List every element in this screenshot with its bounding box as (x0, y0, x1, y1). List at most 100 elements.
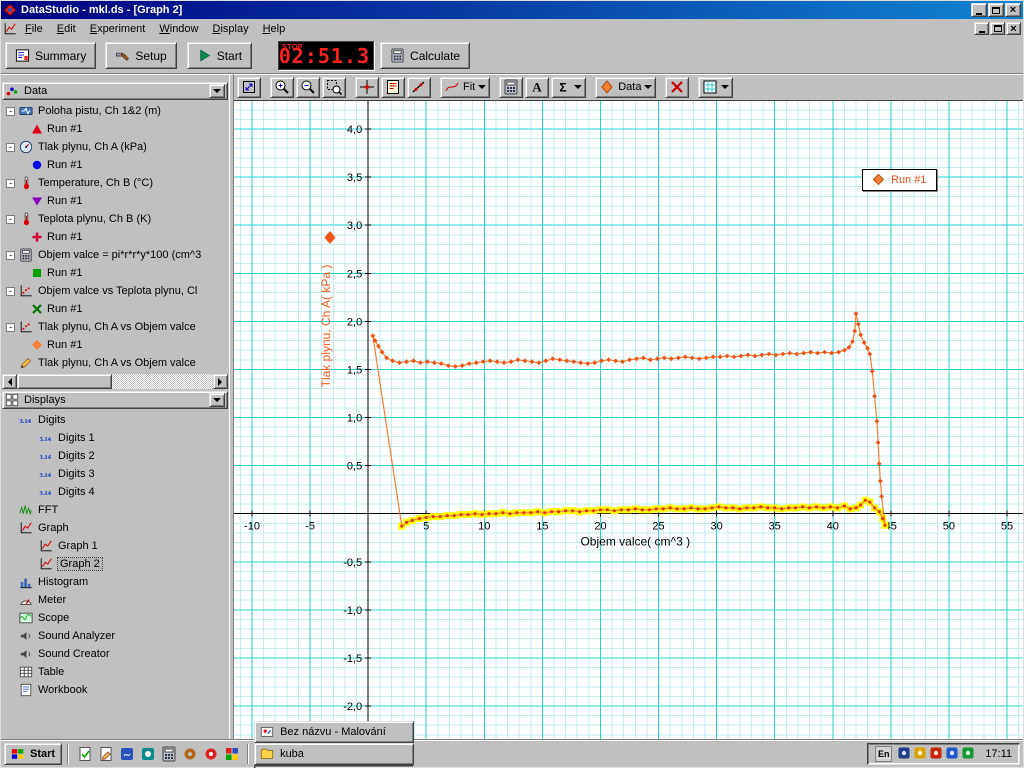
start-button[interactable]: Start (187, 42, 252, 69)
scroll-right-button[interactable] (213, 374, 228, 389)
scrollbar-thumb[interactable] (17, 374, 112, 389)
note-tool-button[interactable] (381, 77, 405, 98)
display-item-workbook[interactable]: Workbook (1, 681, 229, 699)
graph-window-icon[interactable] (3, 22, 17, 36)
clock[interactable]: 17:11 (980, 748, 1012, 760)
graph-settings-menu-button[interactable] (698, 77, 733, 98)
menu-file[interactable]: File (18, 21, 50, 37)
display-item-histogram[interactable]: Histogram (1, 573, 229, 591)
scroll-left-button[interactable] (2, 374, 17, 389)
display-item-digits-2[interactable]: 3.14Digits 2 (1, 447, 229, 465)
position-sensor-icon (19, 104, 34, 119)
menu-help[interactable]: Help (256, 21, 293, 37)
summary-button[interactable]: Summary (5, 42, 96, 69)
menu-display[interactable]: Display (206, 21, 256, 37)
data-source-tlak-plynu-ch-a-kpa[interactable]: -Tlak plynu, Ch A (kPa) (1, 138, 229, 156)
display-item-graph-2[interactable]: Graph 2 (1, 555, 229, 573)
collapse-icon[interactable]: - (6, 107, 15, 116)
fft-icon (19, 503, 34, 518)
menu-edit[interactable]: Edit (50, 21, 83, 37)
tray-icon-1[interactable] (896, 745, 912, 761)
setup-button[interactable]: Setup (105, 42, 176, 69)
display-item-digits[interactable]: 3.14Digits (1, 411, 229, 429)
text-tool-button[interactable]: A (525, 77, 549, 98)
data-source-tlak-plynu-ch-a-vs-objem-valce[interactable]: -Tlak plynu, Ch A vs Objem valce (1, 318, 229, 336)
title-bar[interactable]: DataStudio - mkl.ds - [Graph 2] × (1, 1, 1023, 19)
minimize-button[interactable] (971, 3, 987, 17)
quick-launch-6-icon[interactable] (179, 743, 200, 764)
data-source-temperature-ch-b-c[interactable]: -Temperature, Ch B (°C) (1, 174, 229, 192)
graph-plot-area[interactable]: -10-55101520253035404550554,03,53,02,52,… (234, 101, 1023, 742)
display-item-meter[interactable]: Meter (1, 591, 229, 609)
menu-experiment[interactable]: Experiment (83, 21, 153, 37)
data-run[interactable]: Run #1 (1, 192, 229, 210)
display-item-scope[interactable]: Scope (1, 609, 229, 627)
quick-launch-1-icon[interactable] (74, 743, 95, 764)
collapse-icon[interactable]: - (6, 323, 15, 332)
displays-panel-menu-button[interactable] (209, 393, 225, 407)
graph-legend[interactable]: Run #1 (862, 169, 937, 191)
display-item-graph[interactable]: Graph (1, 519, 229, 537)
data-run[interactable]: Run #1 (1, 156, 229, 174)
maximize-button[interactable] (988, 3, 1004, 17)
displays-panel-header[interactable]: Displays (2, 391, 228, 409)
display-item-sound-creator[interactable]: Sound Creator (1, 645, 229, 663)
data-run[interactable]: Run #1 (1, 300, 229, 318)
display-item-graph-1[interactable]: Graph 1 (1, 537, 229, 555)
display-item-digits-1[interactable]: 3.14Digits 1 (1, 429, 229, 447)
data-menu-button[interactable]: Data (595, 77, 656, 98)
calculate-button[interactable]: Calculate (380, 42, 470, 69)
quick-launch-2-icon[interactable] (95, 743, 116, 764)
data-source-teplota-plynu-ch-b-k[interactable]: -Teplota plynu, Ch B (K) (1, 210, 229, 228)
child-restore-button[interactable] (990, 22, 1005, 35)
data-run[interactable]: Run #1 (1, 228, 229, 246)
tray-icon-3[interactable] (928, 745, 944, 761)
quick-launch-8-icon[interactable] (221, 743, 242, 764)
zoom-in-button[interactable] (270, 77, 294, 98)
child-close-button[interactable]: × (1006, 22, 1021, 35)
quick-launch-4-icon[interactable] (137, 743, 158, 764)
calculate-tool-button[interactable] (499, 77, 523, 98)
keyboard-layout-indicator[interactable]: En (875, 746, 892, 762)
data-panel-menu-button[interactable] (209, 84, 225, 98)
child-minimize-button[interactable] (974, 22, 989, 35)
display-item-digits-3[interactable]: 3.14Digits 3 (1, 465, 229, 483)
tray-icon-5[interactable] (960, 745, 976, 761)
zoom-out-button[interactable] (296, 77, 320, 98)
menu-window[interactable]: Window (152, 21, 205, 37)
data-source-poloha-pistu-ch-1-2-m[interactable]: -Poloha pistu, Ch 1&2 (m) (1, 102, 229, 120)
collapse-icon[interactable]: - (6, 215, 15, 224)
zoom-select-button[interactable] (322, 77, 346, 98)
tray-icon-2[interactable] (912, 745, 928, 761)
data-tree-hscrollbar[interactable] (2, 374, 228, 389)
scale-to-fit-button[interactable] (237, 77, 261, 98)
collapse-icon[interactable]: - (6, 143, 15, 152)
delete-tool-button[interactable] (665, 77, 689, 98)
slope-tool-button[interactable] (407, 77, 431, 98)
display-item-fft[interactable]: FFT (1, 501, 229, 519)
statistics-menu-button[interactable]: Σ (551, 77, 586, 98)
task-button-kuba[interactable]: kuba (254, 743, 414, 765)
data-panel-header[interactable]: Data (2, 82, 228, 100)
start-menu-button[interactable]: Start (4, 743, 62, 765)
quick-launch-3-icon[interactable] (116, 743, 137, 764)
data-run[interactable]: Run #1 (1, 264, 229, 282)
data-source-tlak-plynu-ch-a-vs-objem-valce[interactable]: Tlak plynu, Ch A vs Objem valce (1, 354, 229, 372)
task-button-bez-n-zvu-malov-n[interactable]: Bez názvu - Malování (254, 721, 414, 743)
data-run[interactable]: Run #1 (1, 336, 229, 354)
quick-launch-5-icon[interactable] (158, 743, 179, 764)
collapse-icon[interactable]: - (6, 251, 15, 260)
collapse-icon[interactable]: - (6, 287, 15, 296)
data-run[interactable]: Run #1 (1, 120, 229, 138)
data-source-objem-valce-pi-r-r-y-100-cm-3[interactable]: -Objem valce = pi*r*r*y*100 (cm^3 (1, 246, 229, 264)
display-item-digits-4[interactable]: 3.14Digits 4 (1, 483, 229, 501)
smart-tool-button[interactable] (355, 77, 379, 98)
close-button[interactable]: × (1005, 3, 1021, 17)
tray-icon-4[interactable] (944, 745, 960, 761)
fit-menu-button[interactable]: Fit (440, 77, 490, 98)
collapse-icon[interactable]: - (6, 179, 15, 188)
display-item-table[interactable]: Table (1, 663, 229, 681)
display-item-sound-analyzer[interactable]: Sound Analyzer (1, 627, 229, 645)
data-source-objem-valce-vs-teplota-plynu-cl[interactable]: -Objem valce vs Teplota plynu, Cl (1, 282, 229, 300)
quick-launch-7-icon[interactable] (200, 743, 221, 764)
